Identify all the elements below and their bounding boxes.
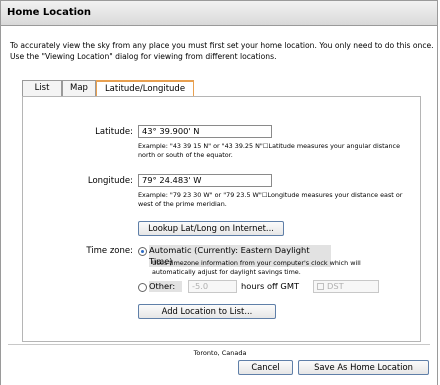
dst-checkbox[interactable] — [317, 283, 324, 290]
timezone-label: Time zone: — [86, 246, 133, 256]
tab-map[interactable]: Map — [62, 80, 96, 96]
window-title: Home Location — [7, 7, 92, 18]
dst-label: DST — [327, 281, 344, 291]
longitude-label: Longitude: — [87, 176, 133, 186]
gmt-offset-field[interactable]: -5.0 — [188, 280, 237, 293]
intro-text: To accurately view the sky from any plac… — [10, 41, 434, 61]
automatic-timezone-hint: Uses timezone information from your comp… — [152, 259, 361, 276]
divider — [8, 344, 430, 345]
other-timezone-radio[interactable] — [138, 283, 147, 292]
save-home-location-button[interactable]: Save As Home Location — [298, 360, 429, 375]
automatic-timezone-radio[interactable] — [138, 247, 147, 256]
lookup-latlong-button[interactable]: Lookup Lat/Long on Internet... — [138, 221, 284, 236]
latitude-hint: Example: "43 39 15 N" or "43 39.25 N"☐La… — [138, 142, 401, 159]
longitude-field[interactable]: 79° 24.483' W — [138, 174, 272, 187]
latitude-label: Latitude: — [95, 127, 133, 137]
title-bar: Home Location — [0, 0, 438, 26]
add-location-button[interactable]: Add Location to List... — [138, 304, 276, 319]
tab-list[interactable]: List — [22, 80, 62, 96]
current-location-status: Toronto, Canada — [193, 349, 247, 357]
other-timezone-label[interactable]: Other: — [149, 281, 182, 292]
gmt-offset-suffix: hours off GMT — [241, 281, 300, 291]
longitude-hint: Example: "79 23 30 W" or "79 23.5 W"☐Lon… — [138, 191, 403, 208]
cancel-button[interactable]: Cancel — [238, 360, 293, 375]
dst-box: DST — [313, 280, 379, 293]
latitude-field[interactable]: 43° 39.900' N — [138, 125, 272, 138]
tab-latitude-longitude[interactable]: Latitude/Longitude — [96, 80, 194, 97]
